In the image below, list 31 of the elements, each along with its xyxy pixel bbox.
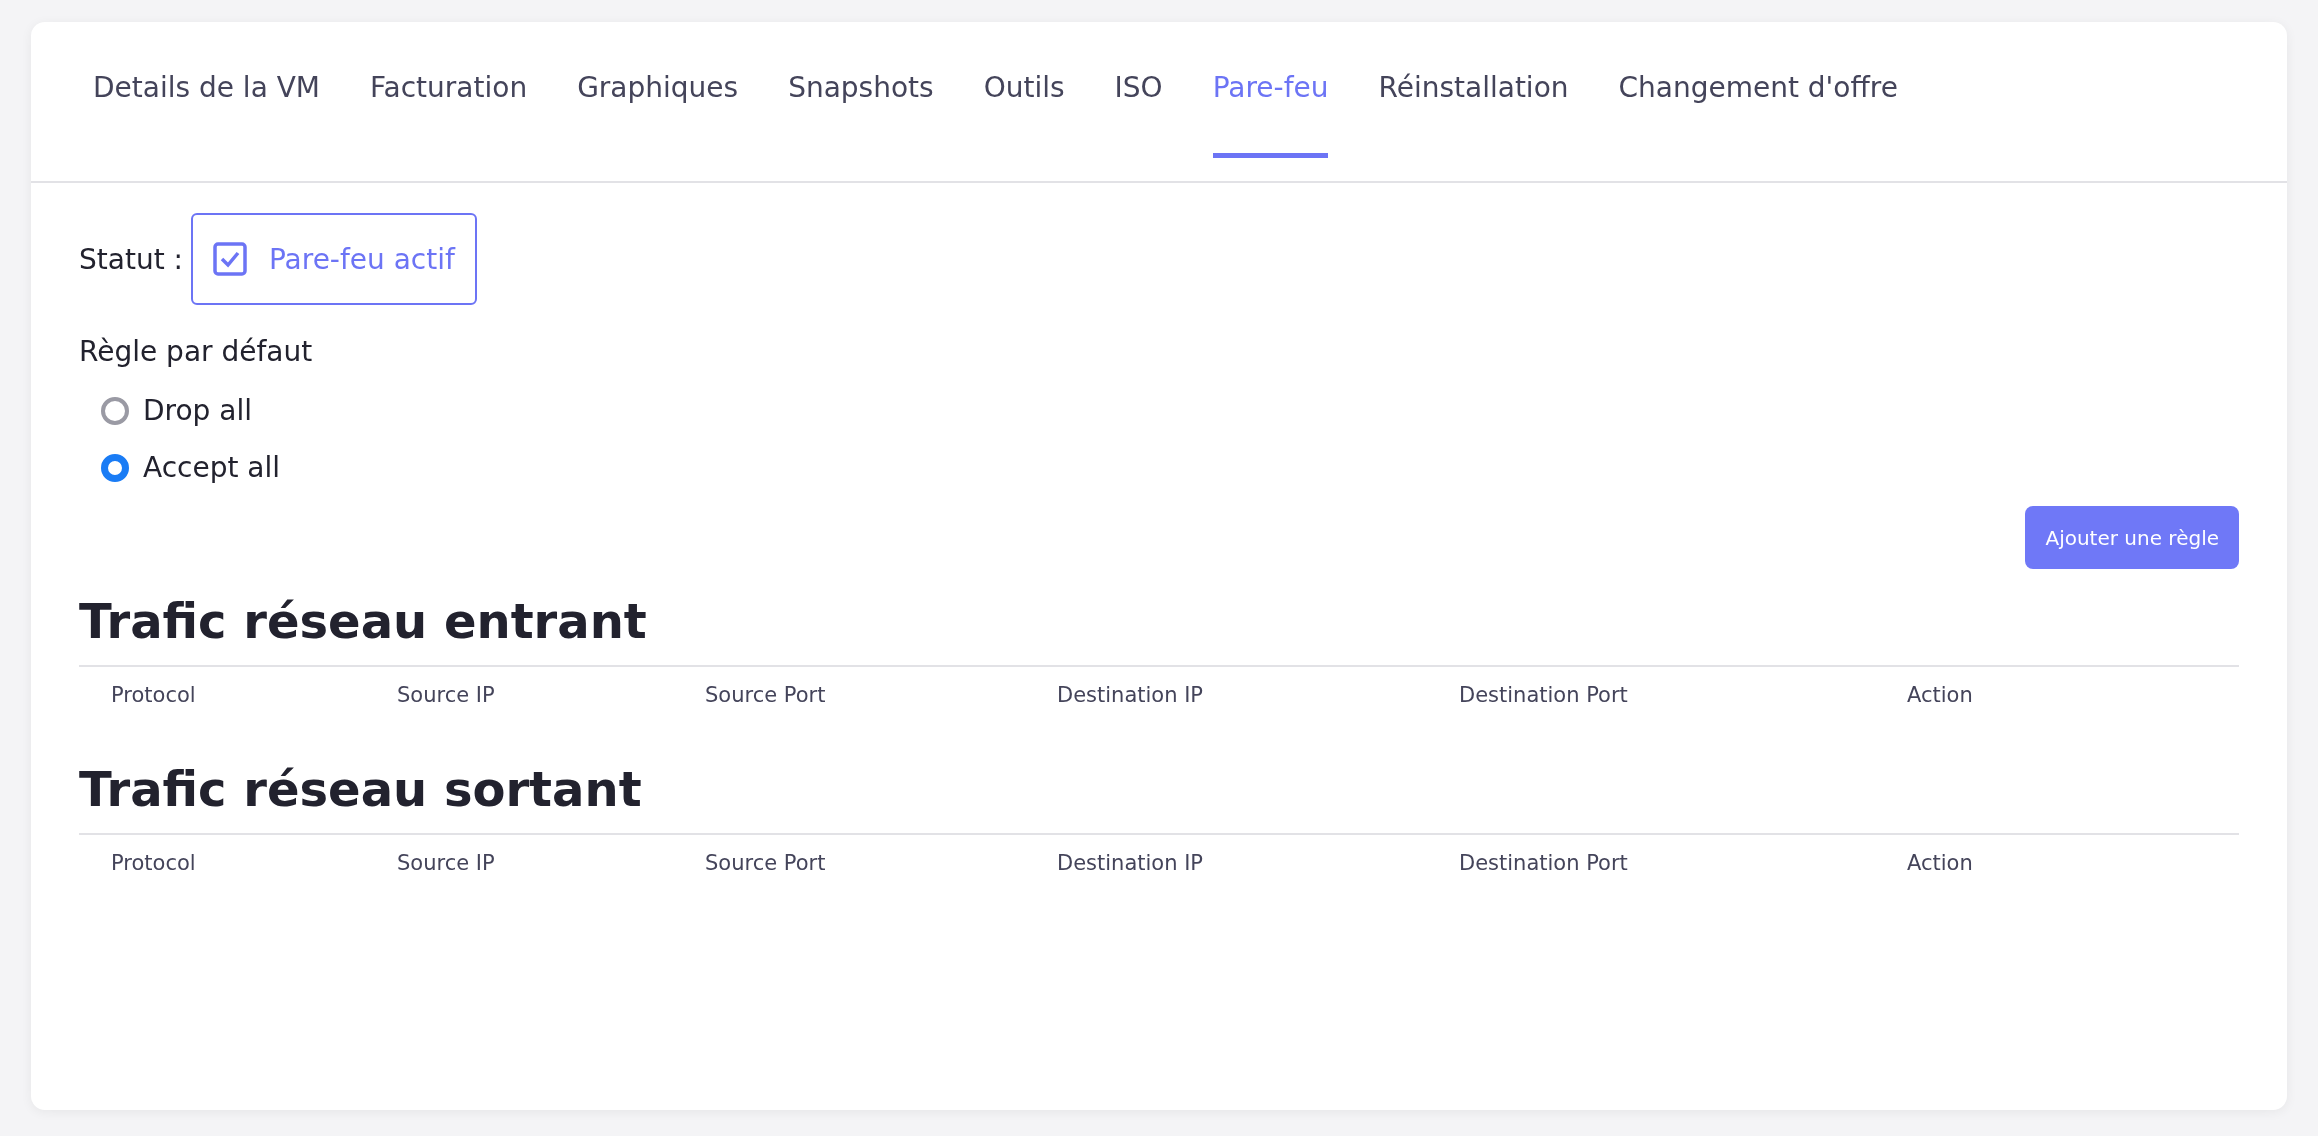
column-header: Destination Port bbox=[1459, 851, 1629, 875]
column-header: Destination Port bbox=[1459, 683, 1629, 707]
tab[interactable]: Changement d'offre bbox=[1618, 22, 1898, 158]
column-header: Source IP bbox=[397, 851, 496, 875]
column-header: Source IP bbox=[397, 683, 496, 707]
column-header: Protocol bbox=[111, 851, 197, 875]
column-header: Action bbox=[1907, 683, 1974, 707]
default-rule-title: Règle par défaut bbox=[79, 335, 314, 368]
column-header: Protocol bbox=[111, 683, 197, 707]
radio-label: Drop all bbox=[143, 394, 252, 427]
column-header: Action bbox=[1907, 851, 1974, 875]
column-header: Source Port bbox=[705, 851, 827, 875]
add-rule-button[interactable]: Ajouter une règle bbox=[2025, 506, 2239, 569]
tab[interactable]: Réinstallation bbox=[1378, 22, 1569, 158]
tab[interactable]: Outils bbox=[983, 22, 1065, 158]
tab[interactable]: Pare-feu bbox=[1212, 22, 1329, 158]
tab[interactable]: Details de la VM bbox=[93, 22, 321, 158]
tab[interactable]: ISO bbox=[1114, 22, 1163, 158]
firewall-toggle[interactable]: Pare-feu actif bbox=[190, 213, 477, 305]
section-title: Trafic réseau sortant bbox=[79, 761, 2239, 835]
section-title: Trafic réseau entrant bbox=[79, 593, 2239, 667]
radio-button[interactable] bbox=[101, 453, 129, 482]
tab[interactable]: Facturation bbox=[370, 22, 528, 158]
radio-label: Accept all bbox=[143, 451, 281, 484]
status-label: Statut : bbox=[79, 242, 183, 276]
radio-button[interactable] bbox=[101, 396, 129, 425]
tab[interactable]: Graphiques bbox=[577, 22, 739, 158]
tab[interactable]: Snapshots bbox=[788, 22, 934, 158]
column-header: Destination IP bbox=[1057, 851, 1205, 875]
column-header: Destination IP bbox=[1057, 683, 1205, 707]
column-header: Source Port bbox=[705, 683, 827, 707]
